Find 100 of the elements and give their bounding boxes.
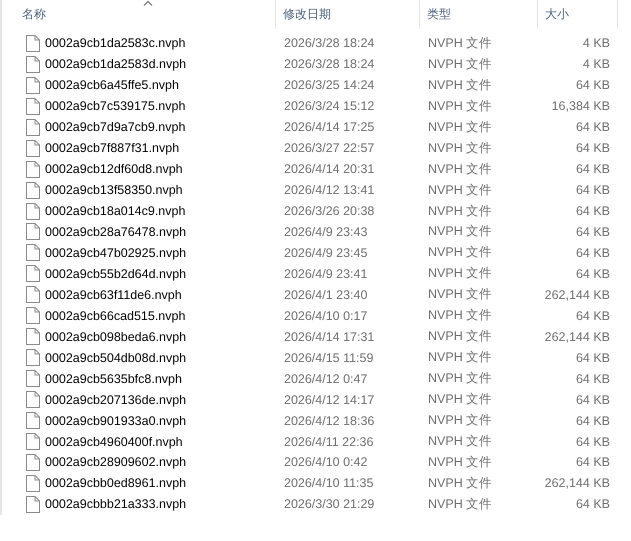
file-size: 4 KB: [582, 36, 611, 50]
modified-date: 2026/3/25 14:24: [283, 78, 374, 92]
file-size: 64 KB: [574, 120, 611, 134]
column-header-label: 类型: [427, 6, 451, 23]
file-type: NVPH 文件: [427, 370, 492, 388]
file-icon: [26, 328, 40, 346]
file-size: 262,144 KB: [544, 330, 611, 344]
file-icon: [26, 349, 40, 366]
file-size: 64 KB: [574, 392, 611, 407]
file-name[interactable]: 0002a9cb1da2583d.nvph: [2, 56, 276, 73]
file-name[interactable]: 0002a9cb7f887f31.nvph: [2, 140, 276, 157]
column-header-label: 修改日期: [283, 6, 331, 23]
file-type: NVPH 文件: [427, 496, 492, 513]
modified-date: 2026/3/24 15:12: [283, 99, 374, 114]
file-icon: [26, 412, 40, 430]
file-name[interactable]: 0002a9cb66cad515.nvph: [2, 307, 276, 324]
file-size: 64 KB: [574, 183, 611, 198]
file-name[interactable]: 0002a9cb7c539175.nvph: [2, 98, 276, 115]
modified-date: 2026/3/27 22:57: [283, 141, 374, 156]
file-name[interactable]: 0002a9cb28909602.nvph: [2, 454, 276, 471]
file-size: 64 KB: [574, 497, 611, 512]
file-name[interactable]: 0002a9cbbb21a333.nvph: [2, 496, 276, 513]
file-name[interactable]: 0002a9cbb0ed8961.nvph: [2, 474, 276, 492]
file-icon: [26, 98, 40, 115]
file-name[interactable]: 0002a9cb098beda6.nvph: [2, 328, 276, 346]
file-name[interactable]: 0002a9cb1da2583c.nvph: [2, 34, 276, 52]
file-size: 64 KB: [574, 204, 611, 218]
modified-date: 2026/4/15 11:59: [283, 350, 374, 365]
modified-date: 2026/4/12 14:17: [283, 392, 374, 407]
file-icon: [26, 202, 40, 220]
file-type: NVPH 文件: [427, 98, 492, 115]
file-icon: [26, 307, 40, 324]
file-name[interactable]: 0002a9cb13f58350.nvph: [2, 182, 276, 199]
file-size: 262,144 KB: [544, 288, 611, 302]
file-size: 64 KB: [574, 162, 611, 176]
file-name[interactable]: 0002a9cb504db08d.nvph: [2, 349, 276, 366]
file-icon: [26, 140, 40, 157]
file-name[interactable]: 0002a9cb63f11de6.nvph: [2, 286, 276, 304]
file-name[interactable]: 0002a9cb4960400f.nvph: [2, 433, 276, 450]
file-size: 64 KB: [574, 414, 611, 428]
file-size: 64 KB: [574, 78, 611, 92]
column-header[interactable]: 名称: [2, 0, 276, 29]
column-header[interactable]: 大小: [538, 0, 618, 29]
column-header[interactable]: 类型: [420, 0, 538, 29]
file-icon: [26, 76, 40, 94]
file-size: 64 KB: [574, 372, 611, 386]
modified-date: 2026/4/1 23:40: [283, 288, 368, 302]
modified-date: 2026/4/10 11:35: [283, 476, 374, 490]
file-icon: [26, 160, 40, 178]
file-icon: [26, 182, 40, 199]
file-icon: [26, 370, 40, 388]
file-name[interactable]: 0002a9cb47b02925.nvph: [2, 244, 276, 262]
file-icon: [26, 118, 40, 136]
modified-date: 2026/4/10 0:42: [283, 455, 368, 470]
modified-date: 2026/3/30 21:29: [283, 497, 374, 512]
file-size: 64 KB: [574, 224, 611, 239]
file-name[interactable]: 0002a9cb18a014c9.nvph: [2, 202, 276, 220]
file-size: 64 KB: [574, 434, 611, 449]
file-type: NVPH 文件: [427, 391, 492, 408]
file-type: NVPH 文件: [427, 433, 492, 450]
file-icon: [26, 265, 40, 282]
file-size: 64 KB: [574, 308, 611, 323]
file-icon: [26, 391, 40, 408]
file-size: 64 KB: [574, 246, 611, 260]
file-name[interactable]: 0002a9cb55b2d64d.nvph: [2, 265, 276, 282]
modified-date: 2026/4/10 0:17: [283, 308, 368, 323]
modified-date: 2026/3/26 20:38: [283, 204, 374, 218]
file-type: NVPH 文件: [427, 160, 492, 178]
modified-date: 2026/4/14 17:25: [283, 120, 374, 134]
file-type: NVPH 文件: [427, 474, 492, 492]
modified-date: 2026/4/14 20:31: [283, 162, 374, 176]
modified-date: 2026/4/9 23:45: [283, 246, 368, 260]
modified-date: 2026/3/28 18:24: [283, 57, 374, 72]
file-name[interactable]: 0002a9cb207136de.nvph: [2, 391, 276, 408]
file-size: 64 KB: [574, 266, 611, 281]
column-header[interactable]: 修改日期: [276, 0, 420, 29]
file-name[interactable]: 0002a9cb901933a0.nvph: [2, 412, 276, 430]
file-type: NVPH 文件: [427, 182, 492, 199]
file-size: 4 KB: [582, 57, 611, 72]
modified-date: 2026/4/12 0:47: [283, 372, 368, 386]
file-type: NVPH 文件: [427, 328, 492, 346]
file-name[interactable]: 0002a9cb7d9a7cb9.nvph: [2, 118, 276, 136]
file-icon: [26, 56, 40, 73]
file-icon: [26, 286, 40, 304]
file-icon: [26, 433, 40, 450]
file-type: NVPH 文件: [427, 349, 492, 366]
file-name[interactable]: 0002a9cb28a76478.nvph: [2, 223, 276, 240]
file-icon: [26, 244, 40, 262]
file-icon: [26, 223, 40, 240]
file-name[interactable]: 0002a9cb12df60d8.nvph: [2, 160, 276, 178]
modified-date: 2026/4/12 18:36: [283, 414, 374, 428]
file-name[interactable]: 0002a9cb6a45ffe5.nvph: [2, 76, 276, 94]
modified-date: 2026/4/9 23:41: [283, 266, 368, 281]
file-size: 64 KB: [574, 350, 611, 365]
file-icon: [26, 496, 40, 513]
file-type: NVPH 文件: [427, 454, 492, 471]
file-size: 16,384 KB: [550, 99, 611, 114]
file-type: NVPH 文件: [427, 265, 492, 282]
file-name[interactable]: 0002a9cb5635bfc8.nvph: [2, 370, 276, 388]
file-size: 64 KB: [574, 455, 611, 470]
